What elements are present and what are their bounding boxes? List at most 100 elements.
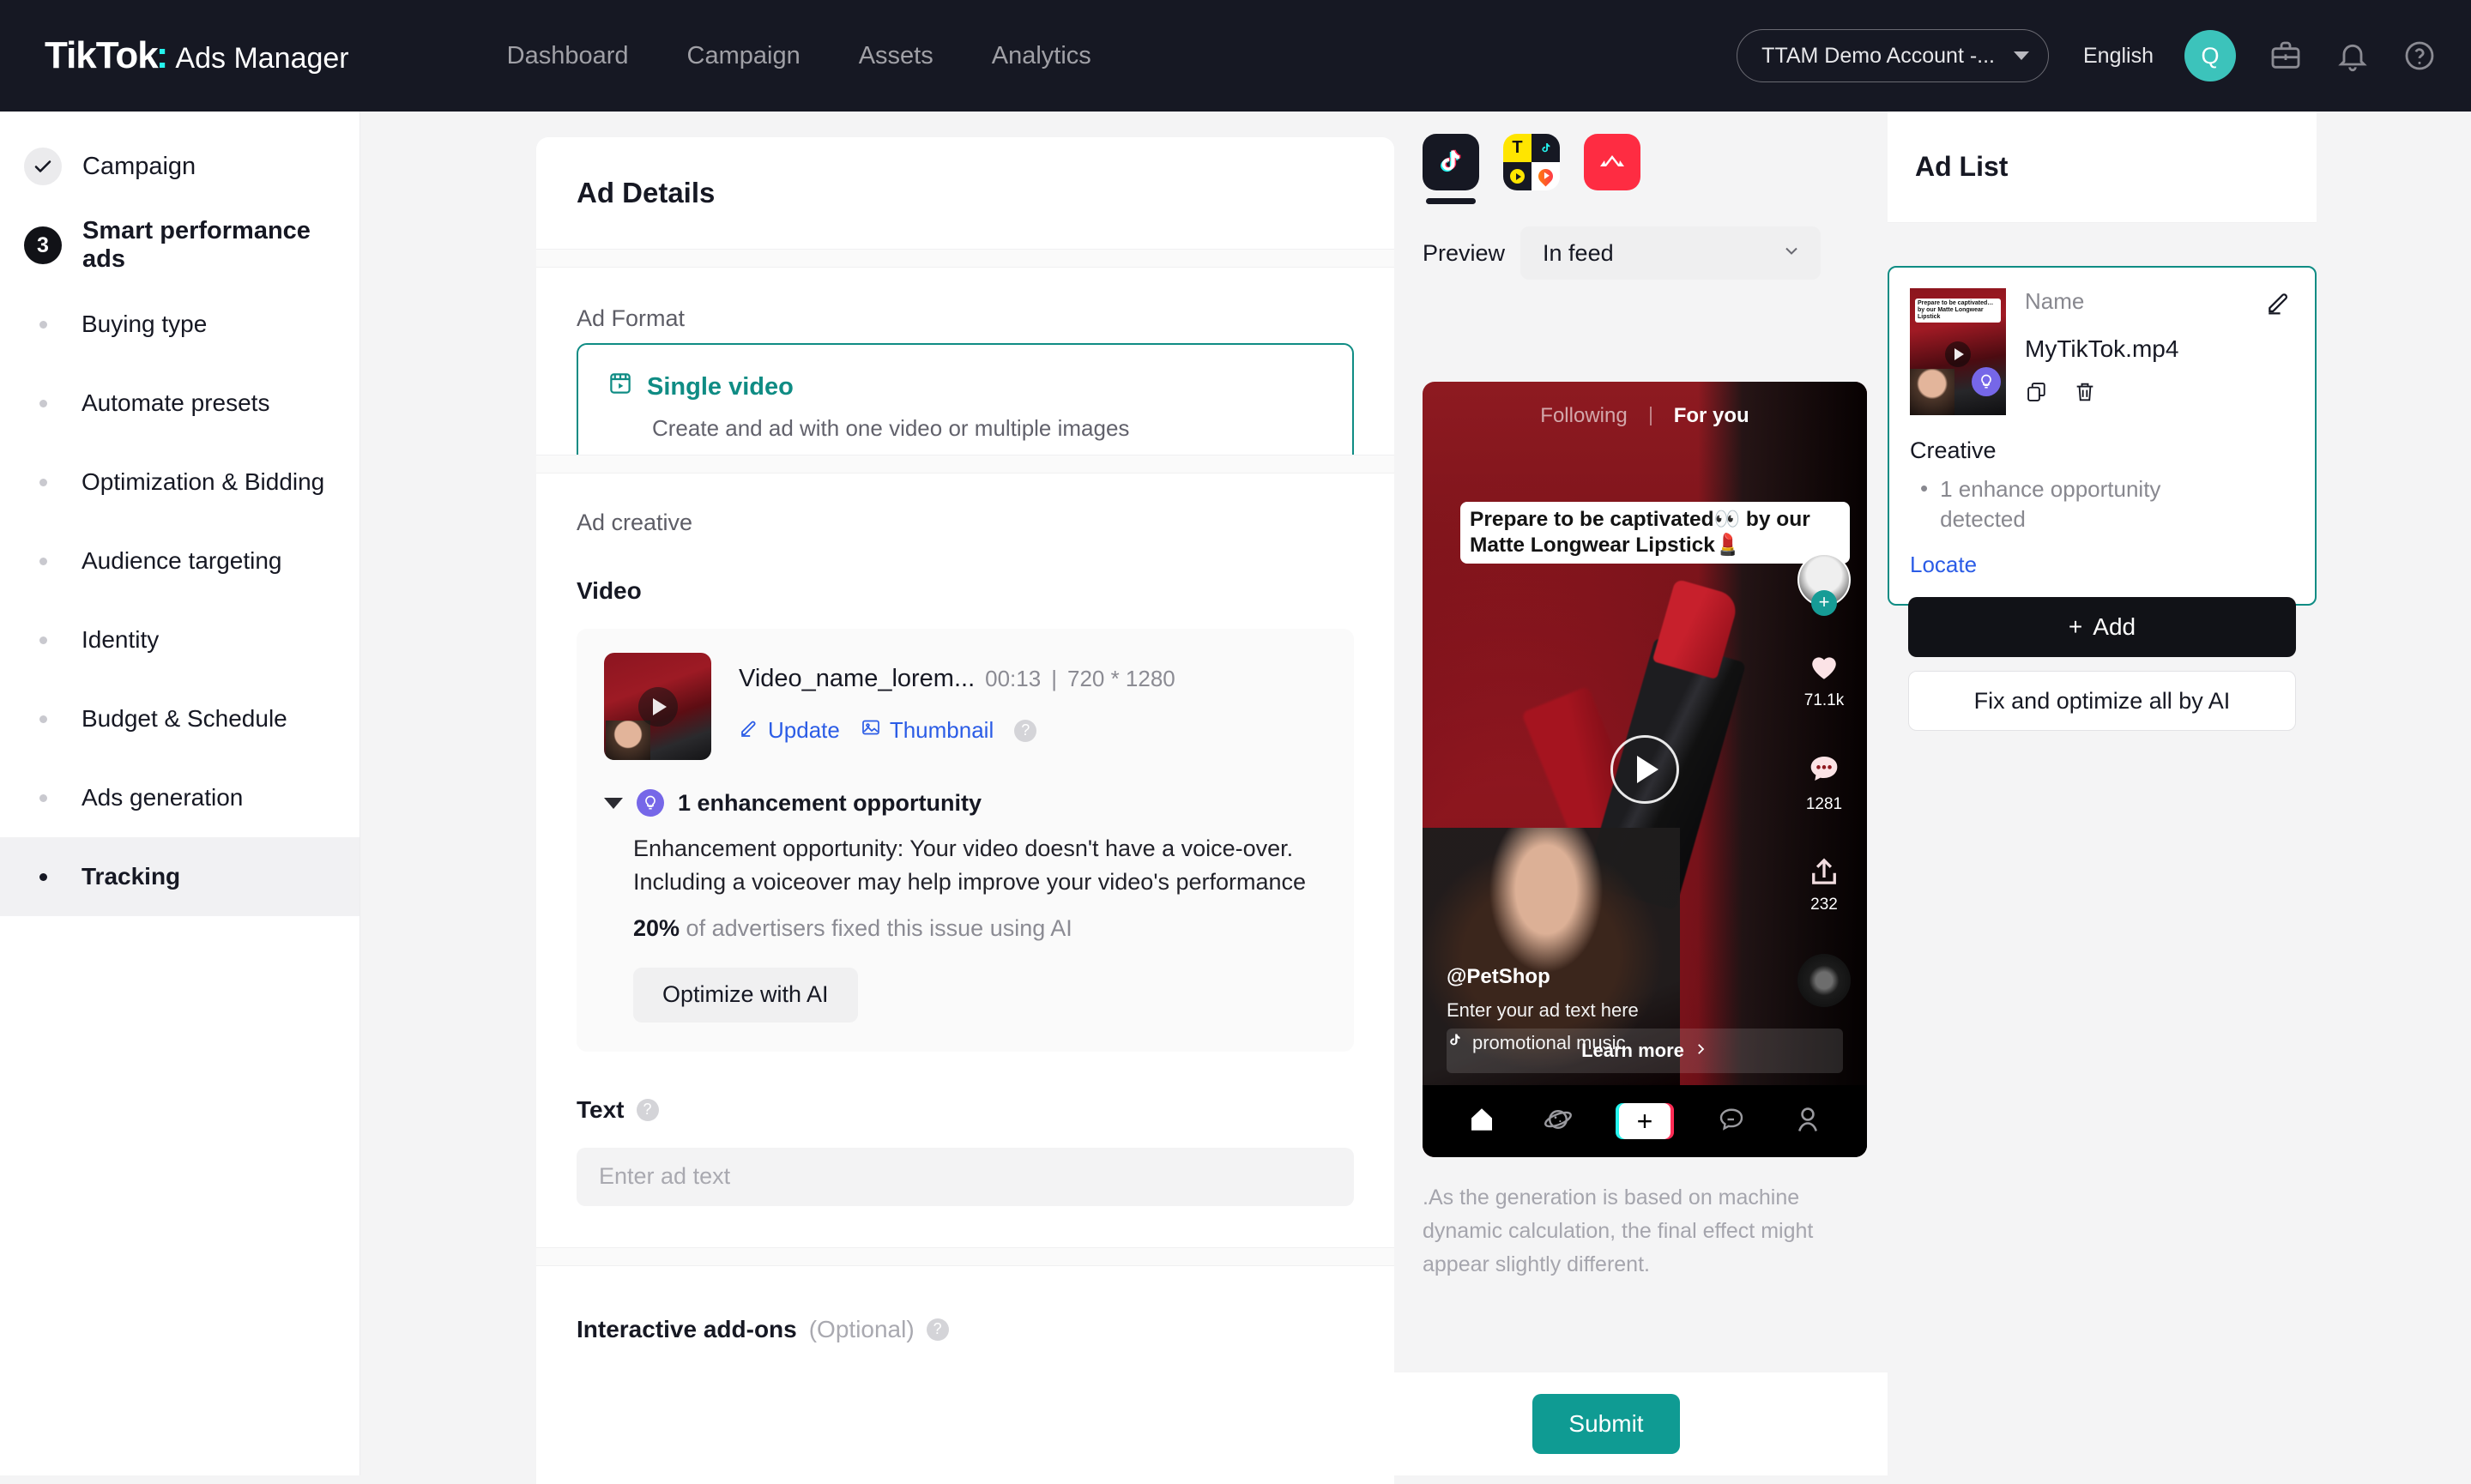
profile-avatar[interactable]: + <box>1797 553 1851 616</box>
learn-more-cta[interactable]: Learn more <box>1447 1029 1843 1073</box>
video-action-links: Update Thumbnail ? <box>739 717 1175 744</box>
sidebar-item-tracking[interactable]: Tracking <box>0 837 359 916</box>
bullet-icon <box>39 478 47 486</box>
video-thumbnail[interactable] <box>604 653 711 760</box>
section-divider <box>536 249 1394 268</box>
sidebar-item-ads-generation[interactable]: Ads generation <box>0 758 359 837</box>
ad-creative-label: Creative <box>1910 437 1997 463</box>
redbook-icon[interactable] <box>1584 134 1640 190</box>
account-selector[interactable]: TTAM Demo Account -... <box>1737 29 2049 82</box>
footer-bar: Submit <box>1397 1372 1888 1475</box>
help-tooltip-icon[interactable]: ? <box>926 1318 949 1341</box>
add-ad-button[interactable]: + Add <box>1908 597 2296 657</box>
sidebar-item-label: Budget & Schedule <box>82 705 287 732</box>
fix-optimize-all-button[interactable]: Fix and optimize all by AI <box>1908 671 2296 731</box>
ad-format-option-wrap: Single video Create and ad with one vide… <box>536 343 1394 473</box>
help-tooltip-icon[interactable]: ? <box>636 1098 659 1121</box>
avatar[interactable]: Q <box>2184 30 2236 81</box>
create-icon[interactable]: + <box>1618 1103 1670 1139</box>
delete-icon[interactable] <box>2073 380 2097 408</box>
optimize-with-ai-button[interactable]: Optimize with AI <box>633 967 858 1023</box>
brand-ads-manager-text: Ads Manager <box>175 42 349 75</box>
top-right-controls: TTAM Demo Account -... English Q <box>1737 0 2437 112</box>
ad-creative-issue-text: 1 enhance opportunity detected <box>1940 476 2161 533</box>
ad-text-input[interactable]: Enter ad text <box>577 1147 1354 1206</box>
video-label: Video <box>577 577 642 604</box>
briefcase-icon[interactable] <box>2269 39 2303 73</box>
lightbulb-icon <box>1972 367 2001 396</box>
music-disc-icon <box>1797 954 1851 1007</box>
duplicate-icon[interactable] <box>2025 380 2049 408</box>
nav-assets[interactable]: Assets <box>830 42 963 70</box>
nav-analytics[interactable]: Analytics <box>963 42 1121 70</box>
placement-dropdown-value: In feed <box>1543 239 1614 266</box>
update-video-link[interactable]: Update <box>739 717 840 744</box>
video-dimensions: 720 * 1280 <box>1066 666 1175 691</box>
placement-dropdown[interactable]: In feed <box>1520 226 1822 280</box>
tiktok-icon[interactable] <box>1423 134 1479 204</box>
profile-icon[interactable] <box>1792 1104 1823 1139</box>
brand-tiktok-text: TikTok <box>45 34 159 76</box>
language-selector[interactable]: English <box>2083 44 2154 69</box>
sidebar-item-label: Tracking <box>82 863 181 890</box>
sidebar-item-identity[interactable]: Identity <box>0 600 359 679</box>
sidebar-step-campaign-label: Campaign <box>82 152 196 180</box>
ad-list-item[interactable]: Prepare to be captivated… by our Matte L… <box>1888 266 2317 606</box>
discover-icon[interactable] <box>1543 1104 1574 1139</box>
advertiser-username[interactable]: @PetShop <box>1447 965 1730 989</box>
nav-dashboard[interactable]: Dashboard <box>478 42 658 70</box>
interactive-addons-label: Interactive add-ons <box>577 1315 797 1342</box>
ad-creative-issue: • 1 enhance opportunity detected <box>1920 474 2291 534</box>
pangle-icon[interactable]: T <box>1503 134 1560 190</box>
enhancement-header[interactable]: 1 enhancement opportunity <box>604 789 1326 817</box>
ad-format-option-single-video[interactable]: Single video Create and ad with one vide… <box>577 343 1354 473</box>
tab-following[interactable]: Following <box>1540 404 1627 428</box>
phone-preview: Following For you Prepare to be captivat… <box>1423 382 1867 1157</box>
account-selector-label: TTAM Demo Account -... <box>1761 43 1995 68</box>
video-meta-separator: | <box>1051 666 1057 691</box>
play-icon[interactable] <box>1610 735 1679 804</box>
like-button[interactable]: 71.1k <box>1804 646 1844 710</box>
main-content-area: Ad Details Ad Format Single video Create… <box>360 112 1397 1484</box>
home-icon[interactable] <box>1466 1104 1497 1139</box>
tab-for-you[interactable]: For you <box>1674 404 1749 428</box>
help-icon[interactable] <box>2402 39 2437 73</box>
section-divider <box>536 1246 1394 1266</box>
like-count: 71.1k <box>1803 691 1845 709</box>
edit-name-icon[interactable] <box>2265 288 2293 320</box>
ad-text-preview: Enter your ad text here <box>1447 999 1639 1021</box>
thumbnail-link[interactable]: Thumbnail <box>861 717 994 744</box>
ad-list-thumbnail[interactable]: Prepare to be captivated… by our Matte L… <box>1910 288 2006 415</box>
video-duration: 00:13 <box>985 666 1042 691</box>
top-nav-items: Dashboard Campaign Assets Analytics <box>478 42 1121 70</box>
video-file-name: Video_name_lorem... <box>739 665 976 692</box>
ad-thumbnail-face <box>1910 369 1954 415</box>
format-option-description: Create and ad with one video or multiple… <box>652 415 1130 441</box>
page-title: Ad Details <box>577 177 716 208</box>
sidebar-item-optimization-bidding[interactable]: Optimization & Bidding <box>0 443 359 522</box>
brand-logo[interactable]: TikTok : Ads Manager <box>45 34 349 77</box>
sidebar-item-audience-targeting[interactable]: Audience targeting <box>0 522 359 600</box>
phone-bottom-nav: + <box>1423 1085 1867 1157</box>
help-tooltip-icon[interactable]: ? <box>1014 719 1037 742</box>
thumbnail-face <box>606 721 650 760</box>
chevron-right-icon <box>1693 1040 1708 1062</box>
submit-button[interactable]: Submit <box>1532 1394 1680 1454</box>
follow-plus-icon[interactable]: + <box>1811 590 1837 616</box>
ad-list-header: Ad List <box>1888 112 2317 223</box>
brand-colon: : <box>155 34 169 76</box>
sidebar-step-smart-performance-ads[interactable]: 3 Smart performance ads <box>0 206 359 285</box>
inbox-icon[interactable] <box>1716 1104 1747 1139</box>
sidebar-step-smart-performance-ads-label: Smart performance ads <box>82 217 311 273</box>
sidebar-item-buying-type[interactable]: Buying type <box>0 285 359 364</box>
nav-campaign[interactable]: Campaign <box>658 42 830 70</box>
locate-link[interactable]: Locate <box>1910 552 2291 578</box>
bell-icon[interactable] <box>2335 39 2370 73</box>
sidebar-item-budget-schedule[interactable]: Budget & Schedule <box>0 679 359 758</box>
comment-button[interactable]: 1281 <box>1804 750 1844 814</box>
share-button[interactable]: 232 <box>1806 854 1842 914</box>
sidebar-step-campaign[interactable]: Campaign <box>0 127 359 206</box>
caret-down-icon[interactable] <box>604 797 623 809</box>
sidebar-item-automate-presets[interactable]: Automate presets <box>0 364 359 443</box>
ad-thumbnail-caption: Prepare to be captivated… by our Matte L… <box>1915 299 2001 323</box>
